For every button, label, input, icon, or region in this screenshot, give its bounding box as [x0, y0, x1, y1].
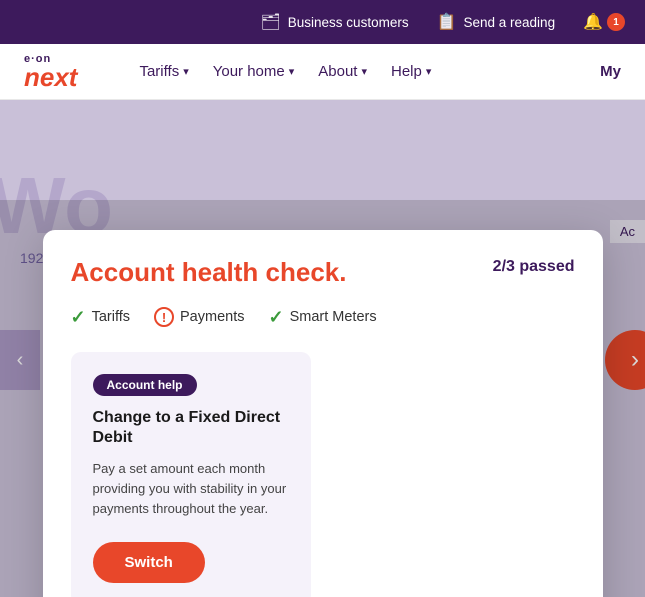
smart-meters-check-label: Smart Meters — [290, 309, 377, 325]
check-payments: ! Payments — [154, 307, 244, 327]
logo-next-text: next — [24, 65, 77, 90]
payments-warning-icon: ! — [154, 307, 174, 327]
health-checks: ✓ Tariffs ! Payments ✓ Smart Meters — [71, 307, 575, 328]
help-label: Help — [391, 63, 422, 80]
business-customers-label: Business customers — [288, 15, 409, 30]
about-label: About — [318, 63, 357, 80]
tariffs-label: Tariffs — [139, 63, 179, 80]
passed-count: 2/3 passed — [493, 258, 575, 276]
send-reading-link[interactable]: 📋 Send a reading — [437, 12, 556, 32]
sub-card-title: Change to a Fixed Direct Debit — [93, 408, 289, 450]
account-help-badge: Account help — [93, 374, 197, 396]
nav-item-help[interactable]: Help ▾ — [381, 57, 441, 86]
switch-button[interactable]: Switch — [93, 542, 205, 583]
check-smart-meters: ✓ Smart Meters — [269, 307, 377, 328]
business-customers-link[interactable]: 🗂 Business customers — [260, 12, 408, 32]
notification-badge: 1 — [607, 13, 625, 31]
nav-item-tariffs[interactable]: Tariffs ▾ — [129, 57, 198, 86]
modal-overlay: Account health check. 2/3 passed ✓ Tarif… — [0, 200, 645, 597]
nav-bar: e·on next Tariffs ▾ Your home ▾ About ▾ … — [0, 44, 645, 100]
your-home-label: Your home — [213, 63, 285, 80]
main-background: Wo 192 G Ac ‹ › t paympaymentment iss af… — [0, 100, 645, 597]
smart-meters-check-icon: ✓ — [269, 307, 284, 328]
my-label: My — [600, 63, 621, 80]
sub-card-description: Pay a set amount each month providing yo… — [93, 459, 289, 519]
nav-my-account[interactable]: My — [600, 63, 621, 80]
payments-check-label: Payments — [180, 309, 244, 325]
nav-item-your-home[interactable]: Your home ▾ — [203, 57, 305, 86]
meter-icon: 📋 — [437, 12, 457, 32]
your-home-chevron-icon: ▾ — [289, 65, 295, 78]
nav-item-about[interactable]: About ▾ — [308, 57, 377, 86]
about-chevron-icon: ▾ — [361, 65, 367, 78]
business-icon: 🗂 — [260, 12, 280, 32]
notification-bell[interactable]: 🔔 1 — [583, 12, 625, 32]
check-tariffs: ✓ Tariffs — [71, 307, 131, 328]
help-chevron-icon: ▾ — [426, 65, 432, 78]
modal-title: Account health check. — [71, 258, 347, 287]
tariffs-check-icon: ✓ — [71, 307, 86, 328]
logo[interactable]: e·on next — [24, 54, 77, 90]
send-reading-label: Send a reading — [464, 15, 556, 30]
tariffs-chevron-icon: ▾ — [183, 65, 189, 78]
modal-header: Account health check. 2/3 passed — [71, 258, 575, 287]
account-help-card: Account help Change to a Fixed Direct De… — [71, 352, 311, 597]
nav-items: Tariffs ▾ Your home ▾ About ▾ Help ▾ — [129, 57, 568, 86]
health-check-modal: Account health check. 2/3 passed ✓ Tarif… — [43, 230, 603, 597]
bell-icon: 🔔 — [583, 12, 603, 32]
top-bar: 🗂 Business customers 📋 Send a reading 🔔 … — [0, 0, 645, 44]
tariffs-check-label: Tariffs — [92, 309, 130, 325]
